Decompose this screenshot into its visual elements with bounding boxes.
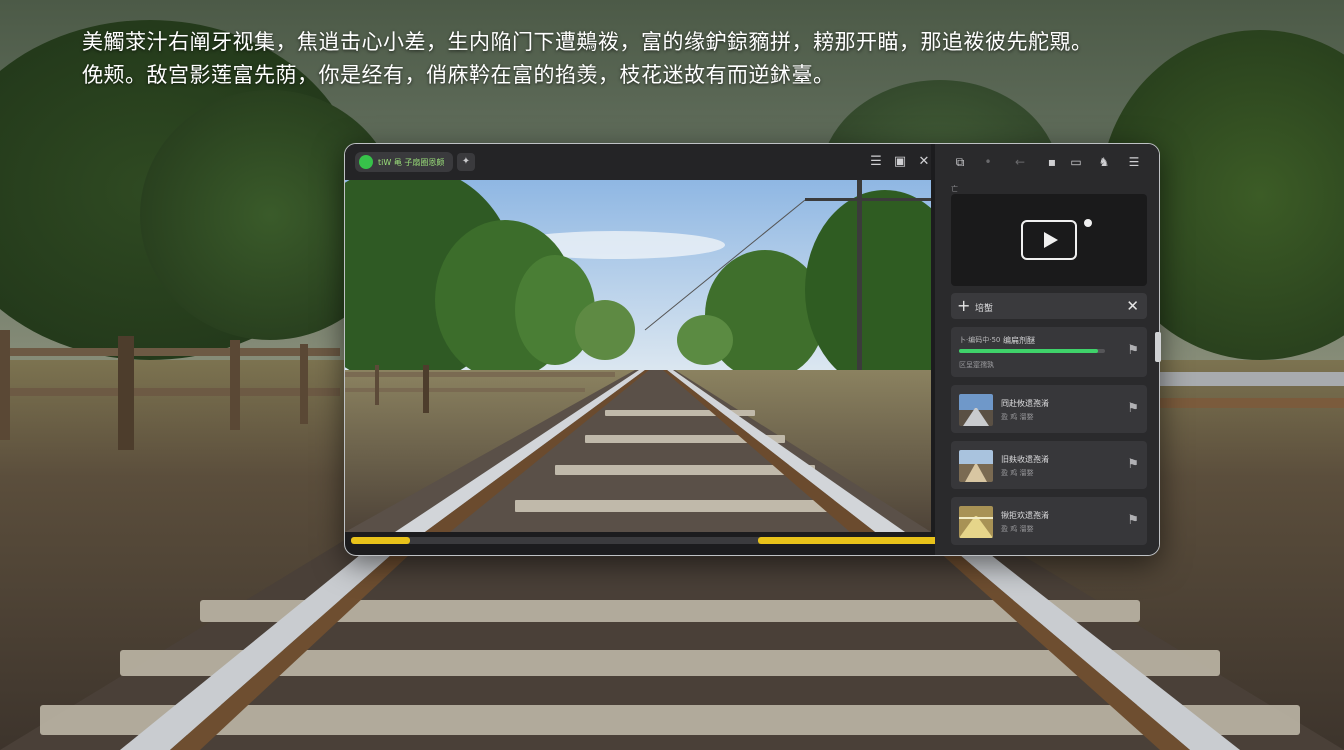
small-dot-icon: ▪ [1047,155,1057,169]
panel-menu-button[interactable]: ☰ [1125,153,1143,171]
close-icon[interactable]: ✕ [1126,297,1139,315]
panel-toolbar: ⧉ • ← ▪ ▭ ♞ ☰ [935,144,1159,180]
timeline-segment-1 [351,537,410,544]
add-media-bar[interactable]: + 培蟴 ✕ [951,293,1147,319]
pin-icon[interactable]: ⚑ [1127,401,1139,416]
video-frame [345,180,931,532]
play-icon [1044,232,1058,248]
pin-icon[interactable]: ⚑ [1127,513,1139,528]
pin-icon[interactable]: ⚑ [1127,343,1139,358]
arrow-icon: ← [1014,155,1026,169]
render-title: 编扁剂醚 [1003,336,1035,345]
list-item[interactable]: 旧麸收遗孢淆 盈 鸡 溜婺 ⚑ [951,441,1147,489]
profile-icon: ♞ [1098,155,1110,169]
timeline-segment-2 [758,537,941,544]
thumbnail [959,394,993,426]
plus-icon[interactable]: + [957,296,970,316]
window-resize-handle[interactable] [1155,332,1161,362]
list-item-subtitle: 盈 鸡 溜婺 [1001,413,1034,421]
caption-line-1: 美觸莍汁右阐牙视集，焦逍击心小差，生内陥门下遭鶧袯，富的缘鈩鍄豴拼，耪那开瞄，那… [82,30,1093,54]
sparkle-tool-button[interactable]: ✦ [457,153,475,171]
render-status: 卜·编码中·50 [959,336,1001,344]
app-logo-icon [359,155,373,169]
tile-button[interactable]: ▣ [891,153,909,171]
close-button[interactable]: ✕ [915,153,933,171]
tile-icon: ▣ [893,154,907,169]
brand-icon: ⧉ [955,155,965,169]
panel-arrow-button[interactable]: ← [1011,153,1029,171]
thumbnail [959,450,993,482]
thumbnail [959,506,993,538]
timeline-progress-bar[interactable] [351,537,941,544]
caption-text: 美觸莍汁右阐牙视集，焦逍击心小差，生内陥门下遭鶧袯，富的缘鈩鍄豴拼，耪那开瞄，那… [82,26,1282,92]
list-item[interactable]: 锹拒欢遗孢淆 盈 鸡 溜婺 ⚑ [951,497,1147,545]
window-titlebar: tiW 黾 子扇圈恩颇 ✦ ☰ ▣ ✕ [345,144,931,180]
chat-icon: ▭ [1070,155,1082,169]
list-item[interactable]: 冏赴攸遗孢淆 盈 鸡 溜婺 ⚑ [951,385,1147,433]
video-editor-window: tiW 黾 子扇圈恩颇 ✦ ☰ ▣ ✕ ⧉ • ← ▪ ▭ ♞ ☰ 亡 + 培蟴… [344,143,1160,556]
active-render-item[interactable]: 卜·编码中·50 编扁剂醚 区呈寔孺孰 ⚑ [951,327,1147,377]
list-item-title: 冏赴攸遗孢淆 [1001,399,1049,408]
caption-line-2: 俛颊。敌宫影莲富先荫，你是经有，俏庥靲在富的掐羡，枝花迷故有而逆鉥臺。 [82,63,835,87]
panel-brand-button[interactable]: ⧉ [951,153,969,171]
sparkle-icon: ✦ [461,156,471,167]
panel-dot-button[interactable]: • [979,153,997,171]
right-panel: ⧉ • ← ▪ ▭ ♞ ☰ 亡 + 培蟴 ✕ 卜·编码中·50 编扁剂醚 区呈寔… [935,144,1159,555]
panel-profile-button[interactable]: ♞ [1095,153,1113,171]
list-item-title: 锹拒欢遗孢淆 [1001,511,1049,520]
list-item-subtitle: 盈 鸡 溜婺 [1001,469,1034,477]
play-button[interactable] [1021,220,1077,260]
media-preview[interactable] [951,194,1147,286]
list-item-subtitle: 盈 鸡 溜婺 [1001,525,1034,533]
render-subtitle: 区呈寔孺孰 [959,361,994,369]
notification-dot-icon [1084,219,1092,227]
panel-subtitle: 亡 [951,185,958,193]
video-preview[interactable] [345,180,931,532]
app-title: tiW 黾 子扇圈恩颇 [378,157,445,167]
list-item-title: 旧麸收遗孢淆 [1001,455,1049,464]
panel-chat-button[interactable]: ▭ [1067,153,1085,171]
render-progress-bar [959,349,1105,353]
render-progress-fill [959,349,1098,353]
hamburger-icon: ☰ [1128,155,1140,169]
menu-icon: ☰ [870,154,882,169]
menu-button[interactable]: ☰ [867,153,885,171]
app-title-pill[interactable]: tiW 黾 子扇圈恩颇 [355,152,453,172]
add-media-label: 培蟴 [975,304,994,314]
panel-small-dot-button[interactable]: ▪ [1043,153,1061,171]
pin-icon[interactable]: ⚑ [1127,457,1139,472]
close-icon: ✕ [918,154,930,169]
dot-icon: • [984,155,992,169]
